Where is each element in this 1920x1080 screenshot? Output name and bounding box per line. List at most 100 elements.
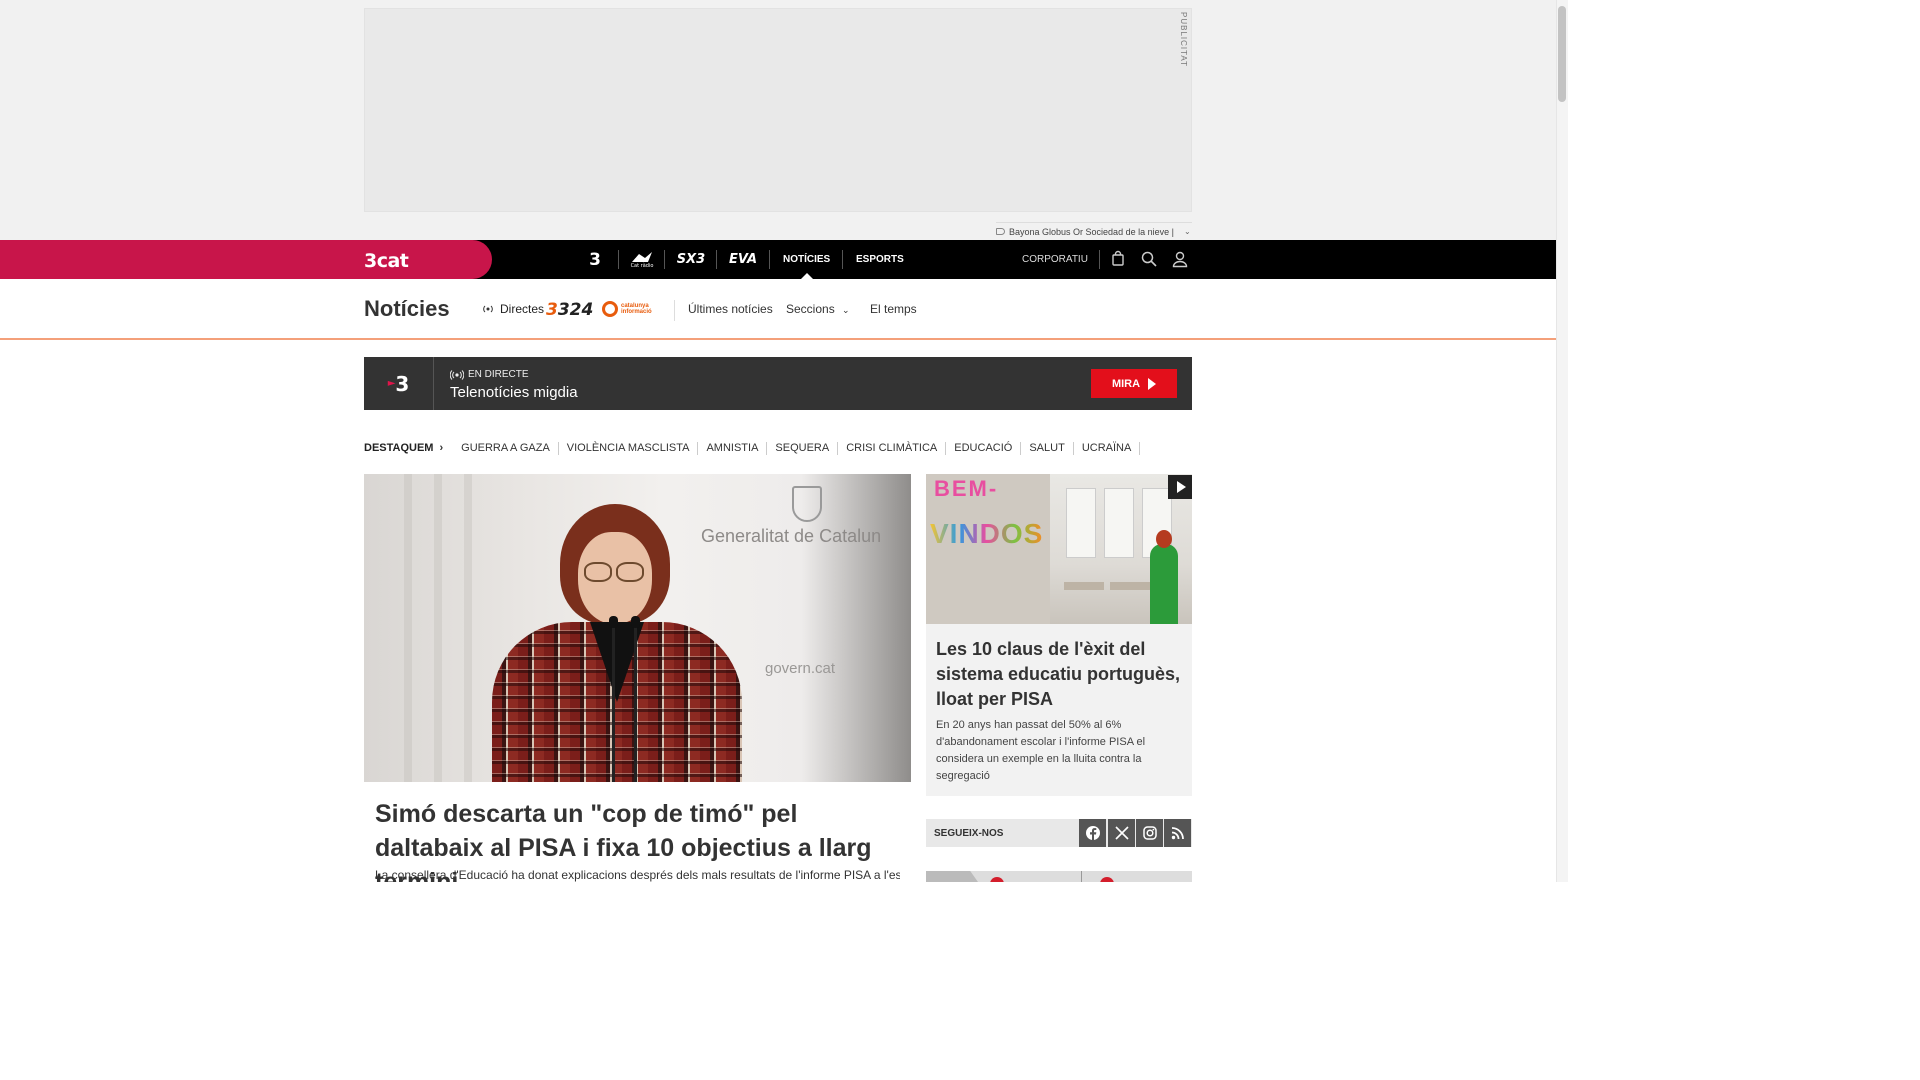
teacher-head (1156, 530, 1172, 548)
image-backdrop-url: govern.cat (765, 660, 836, 677)
channel-sx3-logo[interactable]: SX3 (672, 240, 710, 279)
channel-eva-logo[interactable]: EVA (724, 240, 762, 279)
nav-el-temps[interactable]: El temps (870, 302, 917, 316)
follow-us-label: SEGUEIX-NOS (934, 827, 1004, 839)
desk (1110, 582, 1150, 590)
324-logo[interactable]: 3324 (546, 300, 593, 320)
brand-panel (0, 240, 492, 279)
coat-of-arms-icon (792, 486, 822, 522)
tab[interactable] (926, 871, 978, 882)
image-detail (404, 474, 412, 782)
topic-link[interactable]: SALUT (1021, 441, 1074, 455)
image-detail (464, 474, 472, 782)
rss-glyph (1171, 827, 1184, 840)
324-logo-text: 324 (557, 300, 594, 320)
topic-link[interactable]: EDUCACIÓ (946, 441, 1022, 455)
3cat-logo[interactable]: 3cat (364, 250, 409, 272)
topic-link[interactable]: SEQUERA (767, 441, 839, 455)
nav-seccions[interactable]: Seccions ⌄ (786, 302, 850, 316)
ad-banner[interactable] (364, 8, 1192, 212)
microphone-head (609, 616, 618, 628)
speaker-figure (492, 504, 742, 782)
divider (664, 250, 665, 269)
x-glyph (1114, 826, 1129, 840)
image-wall-text: VINDOS (930, 518, 1044, 549)
live-status-label: EN DIRECTE (468, 369, 529, 380)
broadcast-icon (450, 369, 464, 380)
ci-ring-icon (602, 301, 618, 317)
directes-label: Directes (500, 302, 545, 316)
microphone (612, 622, 615, 782)
divider (1081, 871, 1082, 882)
divider (769, 250, 770, 269)
live-dot-icon (1100, 877, 1114, 882)
microphone-head (631, 616, 640, 628)
instagram-icon[interactable] (1136, 819, 1163, 847)
instagram-glyph (1142, 826, 1157, 840)
ad-label: PUBLICITAT (1179, 12, 1188, 68)
microphone (634, 622, 637, 782)
facebook-glyph (1085, 826, 1100, 840)
shopping-bag-icon[interactable] (1109, 250, 1127, 268)
top-navigation (0, 240, 1556, 279)
chevron-down-icon: ⌄ (842, 305, 850, 315)
user-icon[interactable] (1171, 250, 1189, 268)
search-icon[interactable] (1140, 250, 1158, 268)
catradio-icon (632, 251, 652, 262)
side-article-headline[interactable]: Les 10 claus de l'èxit del sistema educa… (936, 637, 1186, 712)
side-article-summary: En 20 anys han passat del 50% al 6% d'ab… (936, 719, 1146, 782)
seccions-label: Seccions (786, 302, 835, 316)
live-dot-icon (990, 877, 1004, 882)
divider (1099, 250, 1100, 269)
chevron-right-icon: › (439, 442, 444, 454)
topic-link[interactable]: AMNISTIA (698, 441, 768, 455)
watch-live-label: MIRA (1111, 377, 1141, 390)
x-icon[interactable] (1108, 819, 1135, 847)
ad-topic-bar[interactable]: Bayona Globus Or Sociedad de la nieve | … (996, 222, 1192, 240)
live-program-title[interactable]: Telenotícies migdia (450, 384, 578, 401)
live-channel-number: 3 (395, 371, 410, 396)
directes-link[interactable]: Directes (482, 302, 544, 316)
destaquem-label: DESTAQUEM (364, 442, 434, 454)
channel-catradio-logo[interactable]: Cat ràdio (624, 240, 660, 279)
rss-icon[interactable] (1164, 819, 1191, 847)
section-title[interactable]: Notícies (364, 296, 450, 322)
catradio-caption: Cat ràdio (630, 262, 654, 269)
topic-link[interactable]: UCRAÏNA (1074, 441, 1141, 455)
main-article-image[interactable]: Generalitat de Catalun govern.cat (364, 474, 911, 782)
nav-corporatiu[interactable]: CORPORATIU (1022, 240, 1088, 279)
topic-link[interactable]: GUERRA A GAZA (453, 441, 559, 455)
ci-logo-text: catalunya informació (621, 303, 652, 315)
ad-topic-text: Bayona Globus Or Sociedad de la nieve | (1009, 226, 1174, 237)
scrollbar-track[interactable] (1556, 0, 1568, 882)
desk (1064, 582, 1104, 590)
facebook-icon[interactable] (1079, 819, 1106, 847)
image-detail (434, 474, 442, 782)
live-channel-logo: ► 3 (364, 357, 434, 410)
divider (674, 300, 675, 321)
topic-link[interactable]: CRISI CLIMÀTICA (838, 441, 947, 455)
video-play-button[interactable] (1168, 475, 1192, 499)
chevron-down-icon[interactable]: ⌄ (1184, 227, 1191, 236)
broadcast-icon (483, 305, 493, 313)
nav-noticies[interactable]: NOTÍCIES (783, 240, 830, 279)
catalunya-informacio-logo[interactable]: catalunya informació (602, 301, 655, 317)
glasses (584, 562, 612, 582)
watch-live-button[interactable]: MIRA (1091, 369, 1177, 398)
nav-ultimes-noticies[interactable]: Últimes notícies (688, 302, 773, 316)
topic-link[interactable]: VIOLÈNCIA MASCLISTA (559, 441, 699, 455)
bottom-tabs[interactable] (926, 871, 1192, 882)
divider (716, 250, 717, 269)
play-icon (1176, 481, 1186, 493)
divider (842, 250, 843, 269)
tag-icon (996, 228, 1005, 235)
side-article-image[interactable]: BEM- VINDOS (926, 474, 1192, 624)
image-wall-text: BEM- (934, 476, 999, 501)
window (1104, 488, 1134, 558)
divider (618, 250, 619, 269)
nav-esports[interactable]: ESPORTS (856, 240, 904, 279)
play-icon (1148, 377, 1157, 390)
scrollbar-thumb[interactable] (1558, 6, 1566, 102)
destaquem-bar: DESTAQUEM › GUERRA A GAZA VIOLÈNCIA MASC… (364, 440, 1141, 456)
channel-3-logo[interactable]: 3 (582, 240, 608, 279)
